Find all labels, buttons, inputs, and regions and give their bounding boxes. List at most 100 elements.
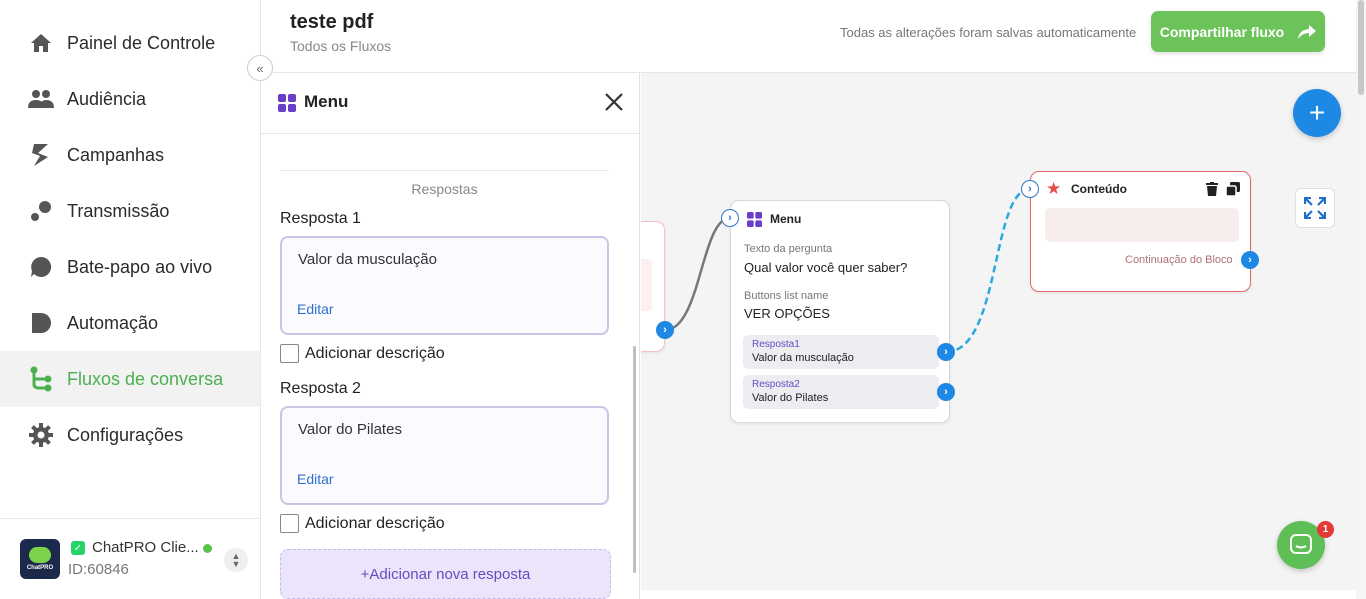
sidebar-item-label: Campanhas xyxy=(67,144,165,165)
share-flow-button[interactable]: Compartilhar fluxo xyxy=(1151,11,1325,52)
add-response-button[interactable]: +Adicionar nova resposta xyxy=(280,549,611,599)
header: teste pdf Todos os Fluxos Todas as alter… xyxy=(261,0,1356,73)
node-placeholder xyxy=(641,259,652,311)
response-box[interactable]: Valor da musculação Editar xyxy=(280,236,609,335)
sidebar-item-campanhas[interactable]: Campanhas xyxy=(0,127,260,183)
wire-prev-to-menu xyxy=(664,216,731,332)
panel-header: Menu xyxy=(261,73,639,134)
node-title: Conteúdo xyxy=(1071,182,1127,196)
response-label: Resposta 1 xyxy=(280,210,361,227)
checkbox[interactable] xyxy=(280,344,299,363)
sidebar-item-label: Audiência xyxy=(67,88,147,109)
node-response-value: Valor do Pilates xyxy=(752,392,829,404)
wire-resposta1-to-conteudo xyxy=(945,187,1031,354)
question-text: Qual valor você quer saber? xyxy=(744,260,908,275)
duplicate-icon[interactable] xyxy=(1226,182,1240,196)
people-icon xyxy=(28,86,54,112)
logo-icon xyxy=(29,547,51,563)
page-title: teste pdf xyxy=(290,11,374,33)
response-label: Resposta 2 xyxy=(280,380,361,397)
sidebar-item-fluxos[interactable]: Fluxos de conversa xyxy=(0,351,260,407)
question-label: Texto da pergunta xyxy=(744,243,833,255)
add-description-checkbox[interactable]: Adicionar descrição xyxy=(280,344,445,363)
sidebar: Painel de Controle Audiência Campanhas T… xyxy=(0,0,261,599)
checkbox[interactable] xyxy=(280,514,299,533)
sidebar-item-bate-papo[interactable]: Bate-papo ao vivo xyxy=(0,239,260,295)
trash-icon[interactable] xyxy=(1206,182,1218,196)
sidebar-item-label: Configurações xyxy=(67,424,184,445)
chat-bubble-icon xyxy=(28,254,54,280)
home-icon xyxy=(28,30,54,56)
output-port[interactable]: › xyxy=(656,321,674,339)
switch-account-icon[interactable]: ▲ ▼ xyxy=(224,548,248,572)
list-name-value: VER OPÇÕES xyxy=(744,306,830,321)
grid-icon xyxy=(747,212,762,227)
node-response-key: Resposta2 xyxy=(752,379,800,390)
input-port[interactable]: › xyxy=(1021,180,1039,198)
avatar: ChatPRO xyxy=(20,539,60,579)
edit-link[interactable]: Editar xyxy=(297,301,334,317)
divider xyxy=(280,170,609,171)
gear-icon xyxy=(28,422,54,448)
flow-canvas[interactable]: co › Menu Texto da pergunta Qual valor v… xyxy=(641,73,1356,590)
output-port[interactable]: › xyxy=(937,383,955,401)
expand-icon xyxy=(1304,197,1326,219)
sidebar-item-label: Automação xyxy=(67,312,159,333)
share-arrow-icon xyxy=(1298,24,1317,39)
content-placeholder xyxy=(1045,208,1239,242)
add-description-checkbox[interactable]: Adicionar descrição xyxy=(280,514,445,533)
fit-view-button[interactable] xyxy=(1295,188,1335,228)
save-status: Todas as alterações foram salvas automat… xyxy=(840,25,1137,40)
node-title: Menu xyxy=(770,212,802,226)
edit-link[interactable]: Editar xyxy=(297,471,334,487)
star-icon: ★ xyxy=(1046,179,1062,198)
menu-node[interactable]: Menu Texto da pergunta Qual valor você q… xyxy=(730,200,950,423)
campaign-icon xyxy=(28,142,54,168)
sidebar-item-label: Painel de Controle xyxy=(67,32,216,53)
response-value: Valor da musculação xyxy=(298,251,437,268)
grid-icon xyxy=(278,94,296,112)
close-icon[interactable] xyxy=(603,91,625,113)
list-name-label: Buttons list name xyxy=(744,290,829,302)
sidebar-item-label: Transmissão xyxy=(67,200,170,221)
node-tools xyxy=(1206,182,1240,196)
output-port[interactable]: › xyxy=(937,343,955,361)
broadcast-icon xyxy=(28,198,54,224)
node-response-item: Resposta1 Valor da musculação xyxy=(743,335,939,369)
account-switcher[interactable]: ChatPRO ✓ ChatPRO Clie... ID:60846 ▲ ▼ xyxy=(0,518,260,599)
continuation-label: Continuação do Bloco xyxy=(1125,254,1233,266)
section-title: Respostas xyxy=(411,181,478,197)
sidebar-item-transmissao[interactable]: Transmissão xyxy=(0,183,260,239)
panel-title: Menu xyxy=(304,92,349,111)
account-name: ChatPRO Clie... xyxy=(92,539,199,556)
flow-icon xyxy=(28,366,54,392)
input-port[interactable]: › xyxy=(721,209,739,227)
node-response-key: Resposta1 xyxy=(752,339,800,350)
online-status-dot xyxy=(203,544,212,553)
checkbox-label: Adicionar descrição xyxy=(305,344,445,362)
share-button-label: Compartilhar fluxo xyxy=(1159,23,1285,40)
node-response-item: Resposta2 Valor do Pilates xyxy=(743,375,939,409)
output-port[interactable]: › xyxy=(1241,251,1259,269)
plus-icon: + xyxy=(1308,97,1326,128)
sidebar-item-configuracoes[interactable]: Configurações xyxy=(0,407,260,463)
sidebar-item-automacao[interactable]: Automação xyxy=(0,295,260,351)
sidebar-item-label: Fluxos de conversa xyxy=(67,368,224,389)
breadcrumb[interactable]: Todos os Fluxos xyxy=(290,38,391,54)
chat-icon xyxy=(1290,534,1312,554)
whatsapp-check-icon: ✓ xyxy=(71,541,85,555)
response-box[interactable]: Valor do Pilates Editar xyxy=(280,406,609,505)
content-node[interactable]: ★ Conteúdo Continuação do Bloco xyxy=(1030,171,1251,292)
account-id: ID:60846 xyxy=(68,561,129,578)
sidebar-item-audiencia[interactable]: Audiência xyxy=(0,71,260,127)
sidebar-item-label: Bate-papo ao vivo xyxy=(67,256,213,277)
node-response-value: Valor da musculação xyxy=(752,352,854,364)
sidebar-item-painel[interactable]: Painel de Controle xyxy=(0,15,260,71)
notification-badge: 1 xyxy=(1317,521,1334,538)
collapse-sidebar-button[interactable]: « xyxy=(247,55,273,81)
panel-scrollbar[interactable] xyxy=(633,346,636,573)
automation-icon xyxy=(28,310,54,336)
menu-editor-panel: Menu Respostas Resposta 1 Valor da muscu… xyxy=(261,73,640,599)
page-scrollbar[interactable] xyxy=(1356,0,1366,599)
add-node-button[interactable]: + xyxy=(1293,89,1341,137)
